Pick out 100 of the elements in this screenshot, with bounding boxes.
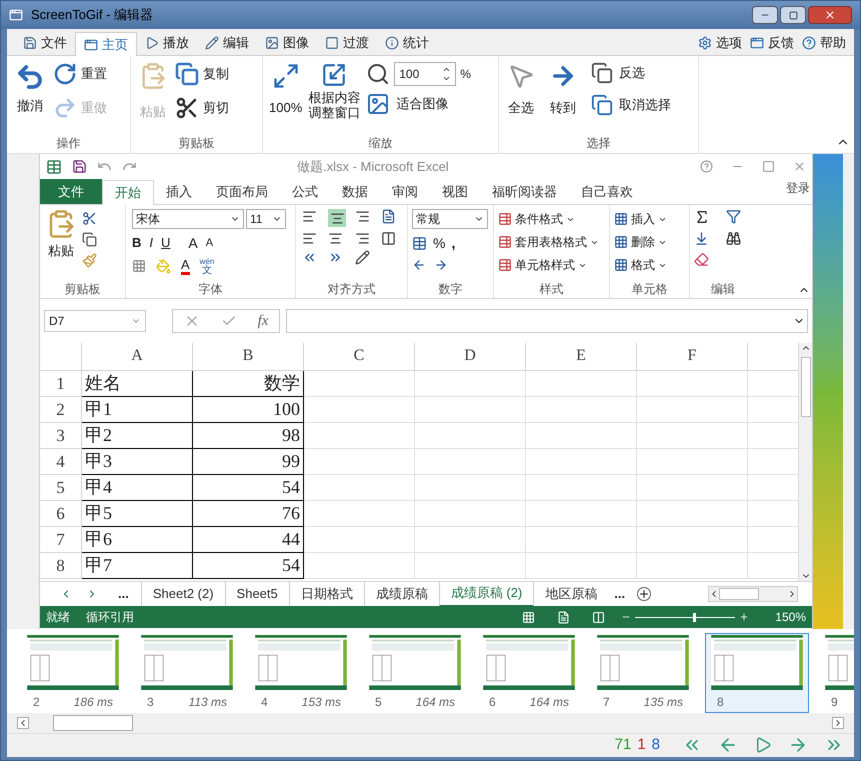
frame-item[interactable]: 8 — [705, 633, 809, 713]
select-all-corner[interactable] — [40, 343, 82, 371]
row-header[interactable]: 2 — [40, 397, 82, 423]
frame-item[interactable]: 6 164 ms — [477, 633, 581, 713]
select-all-button[interactable]: 全选 — [507, 62, 535, 133]
phonetic-button[interactable]: wén 文 — [200, 257, 214, 275]
sheet-tab[interactable]: 成绩原稿 (2) — [438, 582, 534, 606]
scrollbar-thumb[interactable] — [53, 715, 133, 731]
slider-thumb[interactable] — [693, 612, 696, 622]
login-link[interactable]: 登录 — [786, 179, 810, 197]
ribbon-tab[interactable]: 开始 — [102, 180, 154, 205]
actual-size-button[interactable]: 100% — [269, 62, 302, 133]
row-header[interactable]: 4 — [40, 449, 82, 475]
font-name-field[interactable]: 宋体 — [132, 209, 244, 229]
ribbon-tab[interactable]: 自己喜欢 — [569, 179, 645, 204]
grow-font-button[interactable]: A — [188, 232, 198, 254]
horizontal-scrollbar[interactable] — [708, 586, 798, 602]
frame-item[interactable]: 2 186 ms — [21, 633, 125, 713]
cells-button[interactable]: 插入 — [614, 209, 685, 229]
column-header[interactable]: A — [82, 343, 193, 371]
goto-button[interactable]: 转到 — [549, 62, 577, 133]
row-header[interactable]: 6 — [40, 501, 82, 527]
ribbon-tab[interactable]: 图像 — [257, 31, 317, 55]
reset-button[interactable]: 重置 — [53, 62, 107, 86]
name-box[interactable]: D7 — [44, 310, 146, 332]
ribbon-tab[interactable]: 公式 — [280, 179, 330, 204]
frames-scrollbar[interactable] — [7, 713, 854, 733]
row-header[interactable]: 7 — [40, 527, 82, 553]
comma-button[interactable]: , — [451, 232, 456, 254]
frame-item[interactable]: 7 135 ms — [591, 633, 695, 713]
table-cell: 100 — [193, 397, 304, 423]
cells-button[interactable]: 删除 — [614, 232, 685, 252]
style-button[interactable]: 单元格样式 — [498, 255, 605, 275]
frame-counter: 8 — [652, 735, 660, 755]
column-header[interactable]: B — [193, 343, 304, 371]
close-button[interactable] — [808, 6, 852, 24]
font-style-button[interactable]: U — [161, 233, 170, 253]
undo-button[interactable]: 撤消 — [15, 62, 45, 133]
row-header[interactable]: 8 — [40, 553, 82, 579]
ribbon-tab[interactable]: 视图 — [430, 179, 480, 204]
zoom-field[interactable]: 100 — [394, 62, 456, 86]
fit-window-button[interactable]: 根据内容 调整窗口 — [308, 62, 360, 133]
frame-item[interactable]: 9 — [819, 633, 854, 713]
invert-selection-button[interactable]: 反选 — [591, 62, 671, 84]
font-style-button[interactable]: I — [149, 233, 154, 253]
grid-icon — [614, 258, 628, 272]
top-link[interactable]: 帮助 — [802, 33, 846, 53]
paste-button[interactable]: 粘贴 — [46, 209, 76, 280]
deselect-button[interactable]: 取消选择 — [591, 94, 671, 116]
maximize-button[interactable] — [780, 6, 806, 24]
row-header[interactable]: 5 — [40, 475, 82, 501]
ribbon-tab[interactable]: 文件 — [15, 31, 75, 55]
ribbon-tab[interactable]: 主页 — [75, 32, 137, 56]
play-icon — [754, 736, 772, 754]
ribbon-tab[interactable]: 页面布局 — [204, 179, 280, 204]
ribbon-tab[interactable]: 播放 — [137, 31, 197, 55]
ribbon-tab[interactable]: 过渡 — [317, 31, 377, 55]
font-size-field[interactable]: 11 — [246, 209, 286, 229]
ribbon-tab[interactable]: 福昕阅读器 — [480, 179, 569, 204]
top-link[interactable]: 反馈 — [750, 33, 794, 53]
cells-button[interactable]: 格式 — [614, 255, 685, 275]
row-header[interactable]: 3 — [40, 423, 82, 449]
frame-item[interactable]: 3 113 ms — [135, 633, 239, 713]
frame-delay: 164 ms — [530, 694, 569, 711]
column-header[interactable]: E — [526, 343, 637, 371]
column-header[interactable]: D — [415, 343, 526, 371]
font-style-button[interactable]: B — [132, 233, 142, 253]
top-link[interactable]: 选项 — [698, 33, 742, 53]
align-middle-icon-highlight[interactable] — [328, 209, 346, 227]
sheet-more[interactable]: ... — [614, 584, 626, 604]
shrink-font-button[interactable]: A — [206, 234, 214, 252]
ribbon-tab[interactable]: 数据 — [330, 179, 380, 204]
cut-button[interactable]: 剪切 — [175, 96, 229, 120]
ribbon-tab[interactable]: 编辑 — [197, 31, 257, 55]
style-button[interactable]: 条件格式 — [498, 209, 605, 229]
ribbon-tab[interactable]: 审阅 — [380, 179, 430, 204]
row-header[interactable]: 1 — [40, 371, 82, 397]
sheet-more[interactable]: ... — [118, 584, 129, 604]
number-format-field[interactable]: 常规 — [412, 209, 488, 229]
column-header[interactable]: C — [304, 343, 415, 371]
frame-item[interactable]: 5 164 ms — [363, 633, 467, 713]
column-header[interactable]: F — [637, 343, 748, 371]
vertical-scrollbar[interactable] — [798, 343, 812, 581]
copy-button[interactable]: 复制 — [175, 62, 229, 86]
add-sheet-icon — [637, 587, 652, 601]
fit-image-button[interactable]: 适合图像 — [366, 92, 471, 116]
insert-function-button[interactable]: fx — [258, 310, 268, 332]
zoom-slider[interactable] — [635, 612, 736, 622]
font-color-button[interactable]: A — [181, 258, 190, 274]
file-tab[interactable]: 文件 — [40, 179, 102, 204]
minimize-button[interactable] — [752, 6, 778, 24]
ribbon-tab[interactable]: 统计 — [377, 31, 437, 55]
percent-button[interactable]: % — [433, 232, 446, 254]
formula-field[interactable] — [286, 309, 808, 333]
frame-item[interactable]: 4 153 ms — [249, 633, 353, 713]
style-button[interactable]: 套用表格格式 — [498, 232, 605, 252]
scrollbar-thumb[interactable] — [719, 588, 759, 600]
settings-icon — [698, 36, 712, 50]
ribbon-tab[interactable]: 插入 — [154, 179, 204, 204]
scrollbar-thumb[interactable] — [800, 357, 810, 417]
